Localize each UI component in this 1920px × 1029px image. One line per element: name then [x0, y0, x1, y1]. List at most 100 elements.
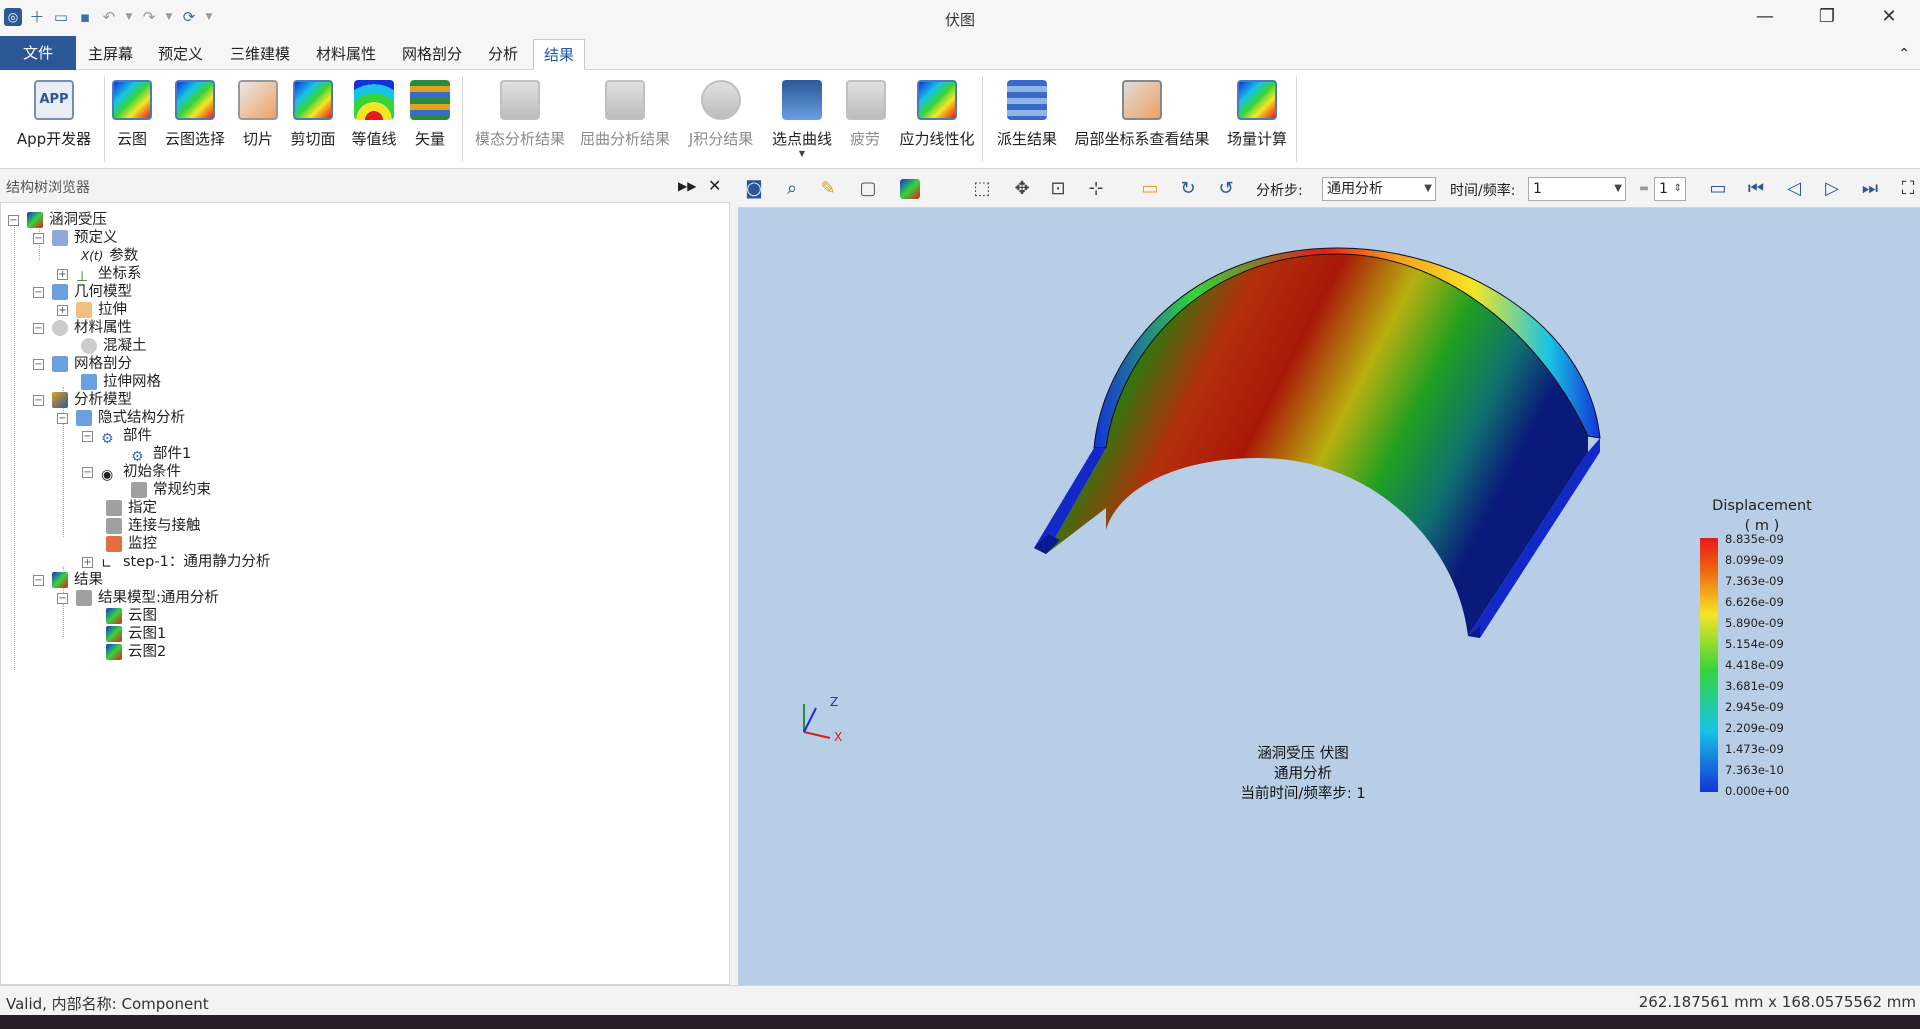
expand-icon[interactable]: +	[57, 304, 68, 316]
probe-curve-icon	[782, 80, 822, 120]
collapse-icon[interactable]: −	[33, 574, 44, 586]
tree-node-contour2[interactable]: 云图2	[106, 641, 166, 663]
panel-close-icon[interactable]: ✕	[708, 176, 721, 195]
collapse-icon[interactable]: −	[33, 322, 44, 334]
contour-icon	[112, 80, 152, 120]
collapse-icon[interactable]: −	[82, 430, 93, 442]
axis-z-label: Z	[830, 695, 839, 709]
expand-icon[interactable]: +	[57, 268, 68, 280]
fatigue-button[interactable]: 疲劳	[846, 80, 886, 149]
probe-curve-button[interactable]: 选点曲线 ▼	[770, 80, 834, 158]
restore-button[interactable]: ❐	[1796, 0, 1858, 36]
expand-icon[interactable]: +	[82, 556, 93, 568]
time-label: 时间/频率:	[1450, 183, 1516, 199]
legend-tick-label: 7.363e-09	[1725, 574, 1784, 588]
derived-results-button[interactable]: 派生结果	[994, 80, 1060, 149]
legend-tick-label: 7.363e-10	[1725, 763, 1784, 777]
tab-material[interactable]: 材料属性	[306, 39, 386, 70]
minimize-button[interactable]: —	[1734, 0, 1796, 36]
fullscreen-icon[interactable]: ⛶	[1896, 177, 1920, 201]
tree-node-label: 部件1	[153, 446, 192, 462]
last-frame-icon[interactable]: ⏭	[1858, 177, 1882, 201]
cut-plane-button[interactable]: 剪切面	[288, 80, 338, 149]
3d-viewport[interactable]: Z X Displacement ( m ) 8.835e-09 8.099e-0…	[738, 208, 1920, 985]
box-view-icon[interactable]: ▢	[856, 177, 880, 201]
camera-icon[interactable]: ◙	[742, 177, 766, 201]
legend-tick-label: 2.945e-09	[1725, 700, 1784, 714]
zoom-box-icon[interactable]: ⊡	[1046, 177, 1070, 201]
collapse-ribbon-icon[interactable]: ⌃	[1888, 39, 1920, 70]
result-model-icon	[76, 590, 92, 606]
tab-analysis[interactable]: 分析	[478, 39, 528, 70]
collapse-icon[interactable]: −	[57, 592, 68, 604]
derived-results-icon	[1007, 80, 1047, 120]
collapse-icon[interactable]: −	[33, 358, 44, 370]
j-integral-label: J积分结果	[688, 130, 754, 148]
mesh-icon	[52, 356, 68, 372]
collapse-icon[interactable]: −	[8, 214, 19, 226]
rotate-icon[interactable]: ↻	[1176, 177, 1200, 201]
modal-results-label: 模态分析结果	[474, 130, 565, 148]
slider-handle-icon[interactable]: ▬	[1632, 177, 1656, 201]
axis-view-icon[interactable]: ⊹	[1084, 177, 1108, 201]
stress-linearize-button[interactable]: 应力线性化	[896, 80, 978, 149]
modal-results-button[interactable]: 模态分析结果	[470, 80, 570, 149]
tab-mesh[interactable]: 网格剖分	[392, 39, 472, 70]
reset-view-icon[interactable]: ↺	[1214, 177, 1238, 201]
ribbon-separator	[1296, 76, 1297, 162]
tab-3d-modeling[interactable]: 三维建模	[220, 39, 300, 70]
j-integral-button[interactable]: J积分结果	[686, 80, 756, 149]
contour-select-label: 云图选择	[164, 130, 225, 148]
play-icon[interactable]: ▷	[1820, 177, 1844, 201]
vector-button[interactable]: 矢量	[410, 80, 450, 149]
local-cs-results-button[interactable]: 局部坐标系查看结果	[1072, 80, 1212, 149]
field-calc-button[interactable]: 场量计算	[1224, 80, 1290, 149]
previous-frame-icon[interactable]: ◁	[1782, 177, 1806, 201]
app-developer-button[interactable]: APP App开发器	[14, 80, 94, 149]
j-integral-icon	[701, 80, 741, 120]
isoline-label: 等值线	[351, 130, 397, 148]
first-frame-icon[interactable]: ⏮	[1744, 177, 1768, 201]
tab-results[interactable]: 结果	[533, 39, 586, 70]
viewport-toolbar: ◙ ⌕ ✎ ▢ ⬚ ✥ ⊡ ⊹ ▭ ↻ ↺ 分析步: 通用分析 ▼ 时间/频率: …	[738, 170, 1920, 208]
render-mode-icon[interactable]	[900, 179, 920, 199]
isoline-button[interactable]: 等值线	[350, 80, 398, 149]
ruler-icon[interactable]: ▭	[1138, 177, 1162, 201]
ribbon-tabs: 文件 主屏幕 预定义 三维建模 材料属性 网格剖分 分析 结果 ⌃	[0, 36, 1920, 70]
results-icon	[52, 572, 68, 588]
tree-node-label: 涵洞受压	[49, 212, 107, 228]
tree-node-label: 结果	[74, 572, 103, 588]
tree-node-step[interactable]: + ∟ step-1：通用静力分析	[82, 551, 270, 573]
contour-button[interactable]: 云图	[112, 80, 152, 149]
tab-predefinition[interactable]: 预定义	[148, 39, 213, 70]
buckling-results-label: 屈曲分析结果	[579, 130, 670, 148]
step-select[interactable]: 通用分析 ▼	[1322, 177, 1436, 201]
probe-curve-dropdown-icon[interactable]: ▼	[770, 149, 834, 158]
tab-file[interactable]: 文件	[0, 36, 76, 70]
pan-icon[interactable]: ✥	[1010, 177, 1034, 201]
contour-select-button[interactable]: 云图选择	[162, 80, 228, 149]
collapse-icon[interactable]: −	[33, 286, 44, 298]
initial-conditions-icon: ◉	[101, 467, 114, 483]
frame-spinbox[interactable]: 1 ⇕	[1654, 177, 1686, 201]
local-cs-results-icon	[1122, 80, 1162, 120]
legend-tick-label: 5.890e-09	[1725, 616, 1784, 630]
stress-linearize-icon	[917, 80, 957, 120]
slice-button[interactable]: 切片	[238, 80, 278, 149]
record-icon[interactable]: ▭	[1706, 177, 1730, 201]
buckling-results-button[interactable]: 屈曲分析结果	[578, 80, 672, 149]
time-select[interactable]: 1 ▼	[1528, 177, 1626, 201]
field-calc-label: 场量计算	[1226, 130, 1287, 148]
collapse-icon[interactable]: −	[33, 394, 44, 406]
tab-home[interactable]: 主屏幕	[78, 39, 143, 70]
select-icon[interactable]: ⬚	[970, 177, 994, 201]
zoom-icon[interactable]: ⌕	[780, 177, 804, 201]
collapse-icon[interactable]: −	[82, 466, 93, 478]
legend-tick-label: 4.418e-09	[1725, 658, 1784, 672]
caption-line-2: 通用分析	[1274, 766, 1332, 782]
collapse-icon[interactable]: −	[57, 412, 68, 424]
close-button[interactable]: ✕	[1858, 0, 1920, 36]
panel-pin-icon[interactable]: ▶▶	[678, 179, 696, 193]
collapse-icon[interactable]: −	[33, 232, 44, 244]
brush-icon[interactable]: ✎	[816, 177, 840, 201]
